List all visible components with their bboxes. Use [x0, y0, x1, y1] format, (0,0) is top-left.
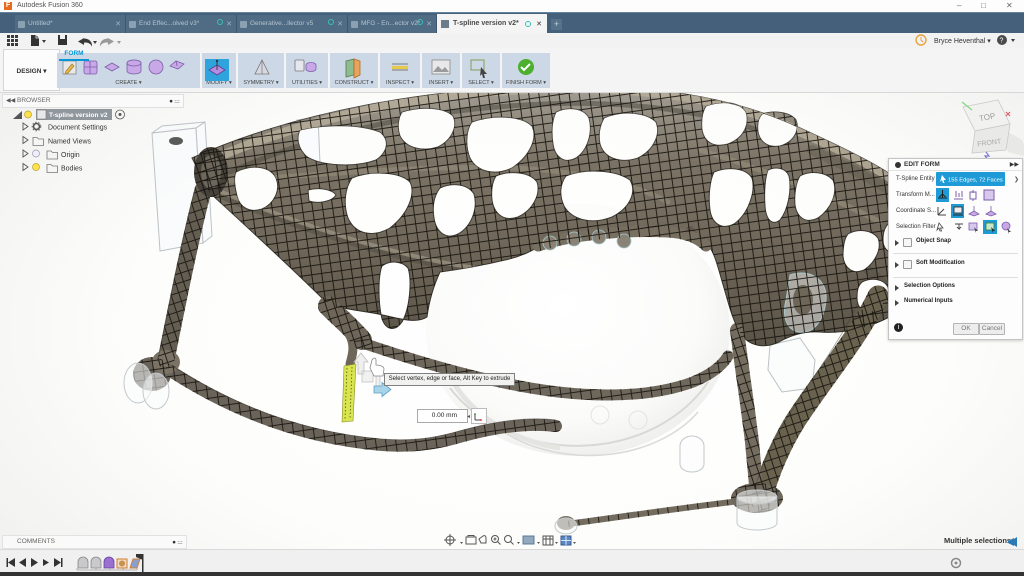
svg-text:?: ?: [1000, 38, 1004, 45]
svg-text:Bryce Heventhal ▾: Bryce Heventhal ▾: [934, 38, 991, 45]
svg-text:Document Settings: Document Settings: [48, 125, 108, 132]
svg-text:Named Views: Named Views: [48, 139, 92, 146]
svg-text:T-spline version v2: T-spline version v2: [49, 112, 108, 119]
svg-text:Origin: Origin: [61, 152, 80, 159]
svg-text:Bodies: Bodies: [61, 166, 83, 173]
svg-text:155 Edges, 72 Faces: 155 Edges, 72 Faces: [948, 178, 1003, 184]
